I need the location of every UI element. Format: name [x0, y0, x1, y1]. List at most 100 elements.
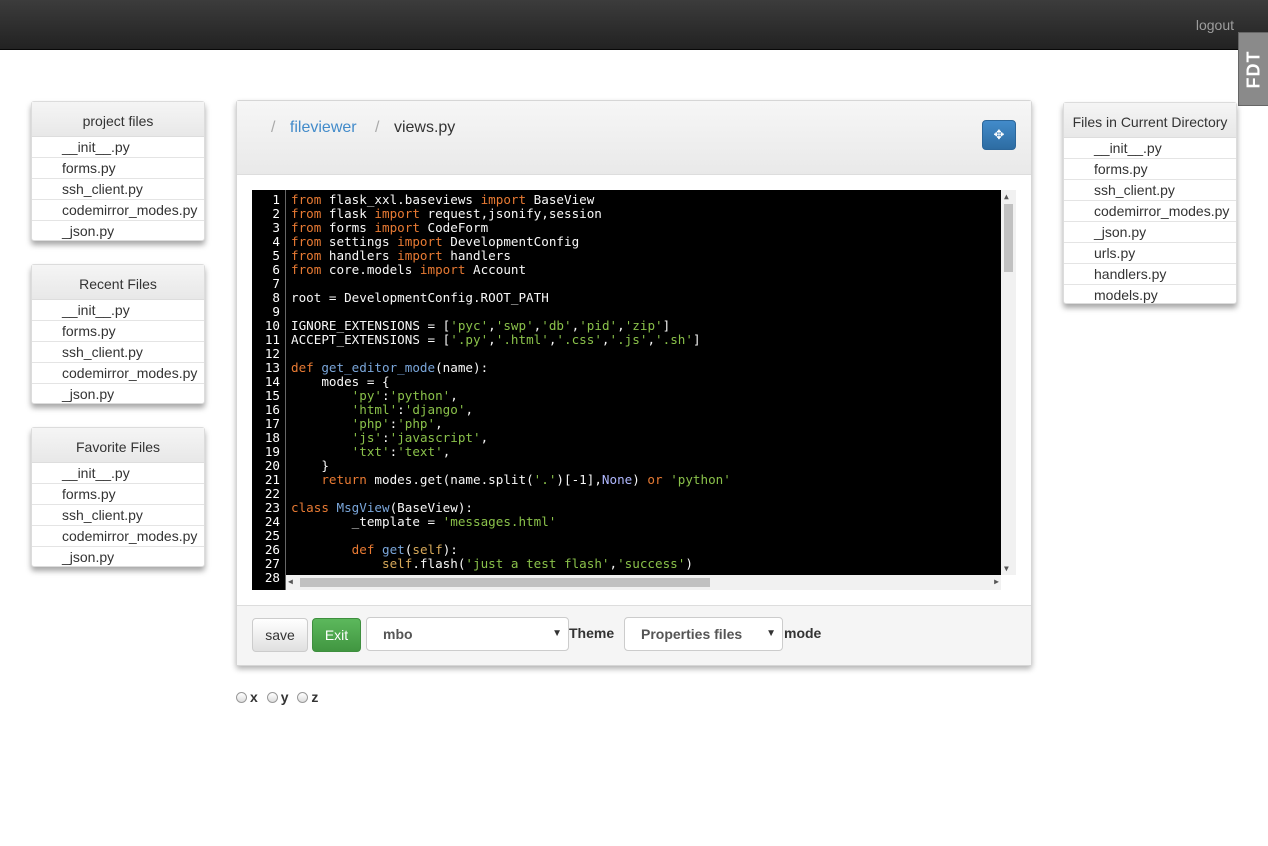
code-text[interactable]: root = DevelopmentConfig.ROOT_PATH — [291, 291, 549, 305]
code-line[interactable]: 4 from settings import DevelopmentConfig — [252, 235, 1000, 249]
code-text[interactable]: from handlers import handlers — [291, 249, 511, 263]
code-text[interactable]: ACCEPT_EXTENSIONS = ['.py','.html','.css… — [291, 333, 701, 347]
code-text[interactable]: from flask import request,jsonify,sessio… — [291, 207, 602, 221]
theme-select[interactable]: mbo ▼ — [366, 617, 569, 651]
list-item[interactable]: forms.py — [32, 321, 204, 342]
code-line[interactable]: 12 — [252, 347, 1000, 361]
code-line[interactable]: 7 — [252, 277, 1000, 291]
code-line[interactable]: 17 'php':'php', — [252, 417, 1000, 431]
code-line[interactable]: 23 class MsgView(BaseView): — [252, 501, 1000, 515]
code-text[interactable]: return modes.get(name.split('.')[-1],Non… — [291, 473, 731, 487]
fdt-badge-label: FDT — [1243, 50, 1263, 88]
list-item[interactable]: codemirror_modes.py — [32, 200, 204, 221]
code-line[interactable]: 3 from forms import CodeForm — [252, 221, 1000, 235]
list-item[interactable]: ssh_client.py — [32, 179, 204, 200]
code-text[interactable]: 'txt':'text', — [291, 445, 451, 459]
list-item[interactable]: codemirror_modes.py — [32, 363, 204, 384]
code-line[interactable]: 6 from core.models import Account — [252, 263, 1000, 277]
list-item[interactable]: _json.py — [32, 384, 204, 405]
list-item[interactable]: ssh_client.py — [1064, 180, 1236, 201]
code-line[interactable]: 13 def get_editor_mode(name): — [252, 361, 1000, 375]
scroll-up-icon[interactable]: ▲ — [1004, 192, 1009, 201]
vertical-scroll-thumb[interactable] — [1004, 204, 1013, 272]
code-line[interactable]: 10 IGNORE_EXTENSIONS = ['pyc','swp','db',… — [252, 319, 1000, 333]
list-item[interactable]: _json.py — [1064, 222, 1236, 243]
list-item[interactable]: _json.py — [32, 221, 204, 242]
list-item[interactable]: handlers.py — [1064, 264, 1236, 285]
scroll-left-icon[interactable]: ◀ — [288, 577, 293, 586]
fullscreen-move-button[interactable]: ✥ — [982, 120, 1016, 150]
code-line[interactable]: 11 ACCEPT_EXTENSIONS = ['.py','.html','.c… — [252, 333, 1000, 347]
code-line[interactable]: 5 from handlers import handlers — [252, 249, 1000, 263]
breadcrumb-folder-link[interactable]: fileviewer — [290, 119, 357, 136]
code-editor[interactable]: 1 from flask_xxl.baseviews import BaseVie… — [252, 190, 1016, 590]
code-text[interactable]: def get_editor_mode(name): — [291, 361, 488, 375]
code-text[interactable]: class MsgView(BaseView): — [291, 501, 473, 515]
list-item[interactable]: codemirror_modes.py — [1064, 201, 1236, 222]
code-lines[interactable]: 1 from flask_xxl.baseviews import BaseVie… — [252, 193, 1000, 585]
code-text[interactable]: IGNORE_EXTENSIONS = ['pyc','swp','db','p… — [291, 319, 670, 333]
list-item[interactable]: forms.py — [1064, 159, 1236, 180]
code-line[interactable]: 22 — [252, 487, 1000, 501]
code-text[interactable]: 'html':'django', — [291, 403, 473, 417]
list-item[interactable]: forms.py — [32, 158, 204, 179]
code-line[interactable]: 1 from flask_xxl.baseviews import BaseVie… — [252, 193, 1000, 207]
code-text[interactable]: 'js':'javascript', — [291, 431, 489, 445]
logout-link[interactable]: logout — [1196, 17, 1234, 33]
list-item[interactable]: _json.py — [32, 547, 204, 568]
current-directory-title: Files in Current Directory — [1064, 103, 1236, 138]
code-text[interactable]: from core.models import Account — [291, 263, 526, 277]
list-item[interactable]: urls.py — [1064, 243, 1236, 264]
radio-z[interactable]: z — [297, 689, 318, 705]
code-text[interactable]: def get(self): — [291, 543, 458, 557]
code-line[interactable]: 20 } — [252, 459, 1000, 473]
list-item[interactable]: forms.py — [32, 484, 204, 505]
radio-circle-icon[interactable] — [297, 692, 309, 703]
code-line[interactable]: 2 from flask import request,jsonify,sessi… — [252, 207, 1000, 221]
list-item[interactable]: __init__.py — [32, 463, 204, 484]
editor-panel: / fileviewer / views.py ✥ 1 from flask_xx… — [236, 100, 1032, 666]
code-text[interactable]: 'py':'python', — [291, 389, 458, 403]
code-line[interactable]: 16 'html':'django', — [252, 403, 1000, 417]
list-item[interactable]: __init__.py — [32, 300, 204, 321]
code-text[interactable]: } — [291, 459, 329, 473]
code-line[interactable]: 19 'txt':'text', — [252, 445, 1000, 459]
scroll-down-icon[interactable]: ▼ — [1004, 564, 1009, 573]
code-line[interactable]: 18 'js':'javascript', — [252, 431, 1000, 445]
code-line[interactable]: 24 _template = 'messages.html' — [252, 515, 1000, 529]
list-item[interactable]: codemirror_modes.py — [32, 526, 204, 547]
code-line[interactable]: 9 — [252, 305, 1000, 319]
code-line[interactable]: 8 root = DevelopmentConfig.ROOT_PATH — [252, 291, 1000, 305]
code-text[interactable]: from settings import DevelopmentConfig — [291, 235, 579, 249]
vertical-scrollbar[interactable]: ▲ ▼ — [1001, 190, 1016, 575]
horizontal-scroll-thumb[interactable] — [300, 578, 710, 587]
code-line[interactable]: 15 'py':'python', — [252, 389, 1000, 403]
exit-button[interactable]: Exit — [312, 618, 361, 652]
code-text[interactable]: from forms import CodeForm — [291, 221, 488, 235]
code-line[interactable]: 27 self.flash('just a test flash','succe… — [252, 557, 1000, 571]
list-item[interactable]: models.py — [1064, 285, 1236, 306]
code-text[interactable]: _template = 'messages.html' — [291, 515, 557, 529]
radio-x[interactable]: x — [236, 689, 258, 705]
code-text[interactable]: from flask_xxl.baseviews import BaseView — [291, 193, 594, 207]
list-item[interactable]: ssh_client.py — [32, 342, 204, 363]
code-line[interactable]: 21 return modes.get(name.split('.')[-1],… — [252, 473, 1000, 487]
radio-circle-icon[interactable] — [236, 692, 247, 703]
list-item[interactable]: __init__.py — [1064, 138, 1236, 159]
list-item[interactable]: __init__.py — [32, 137, 204, 158]
horizontal-scrollbar[interactable]: ◀ ▶ — [286, 575, 1001, 590]
code-text[interactable]: modes = { — [291, 375, 389, 389]
radio-circle-icon[interactable] — [266, 692, 278, 703]
mode-select[interactable]: Properties files ▼ — [624, 617, 783, 651]
scroll-right-icon[interactable]: ▶ — [994, 577, 999, 586]
code-line[interactable]: 26 def get(self): — [252, 543, 1000, 557]
list-item[interactable]: ssh_client.py — [32, 505, 204, 526]
line-number: 28 — [264, 570, 280, 585]
save-button[interactable]: save — [252, 618, 308, 652]
code-line[interactable]: 25 — [252, 529, 1000, 543]
radio-y[interactable]: y — [266, 689, 288, 705]
code-line[interactable]: 14 modes = { — [252, 375, 1000, 389]
code-text[interactable]: 'php':'php', — [291, 417, 443, 431]
fdt-badge[interactable]: FDT — [1238, 32, 1268, 106]
code-text[interactable]: self.flash('just a test flash','success'… — [291, 557, 693, 571]
